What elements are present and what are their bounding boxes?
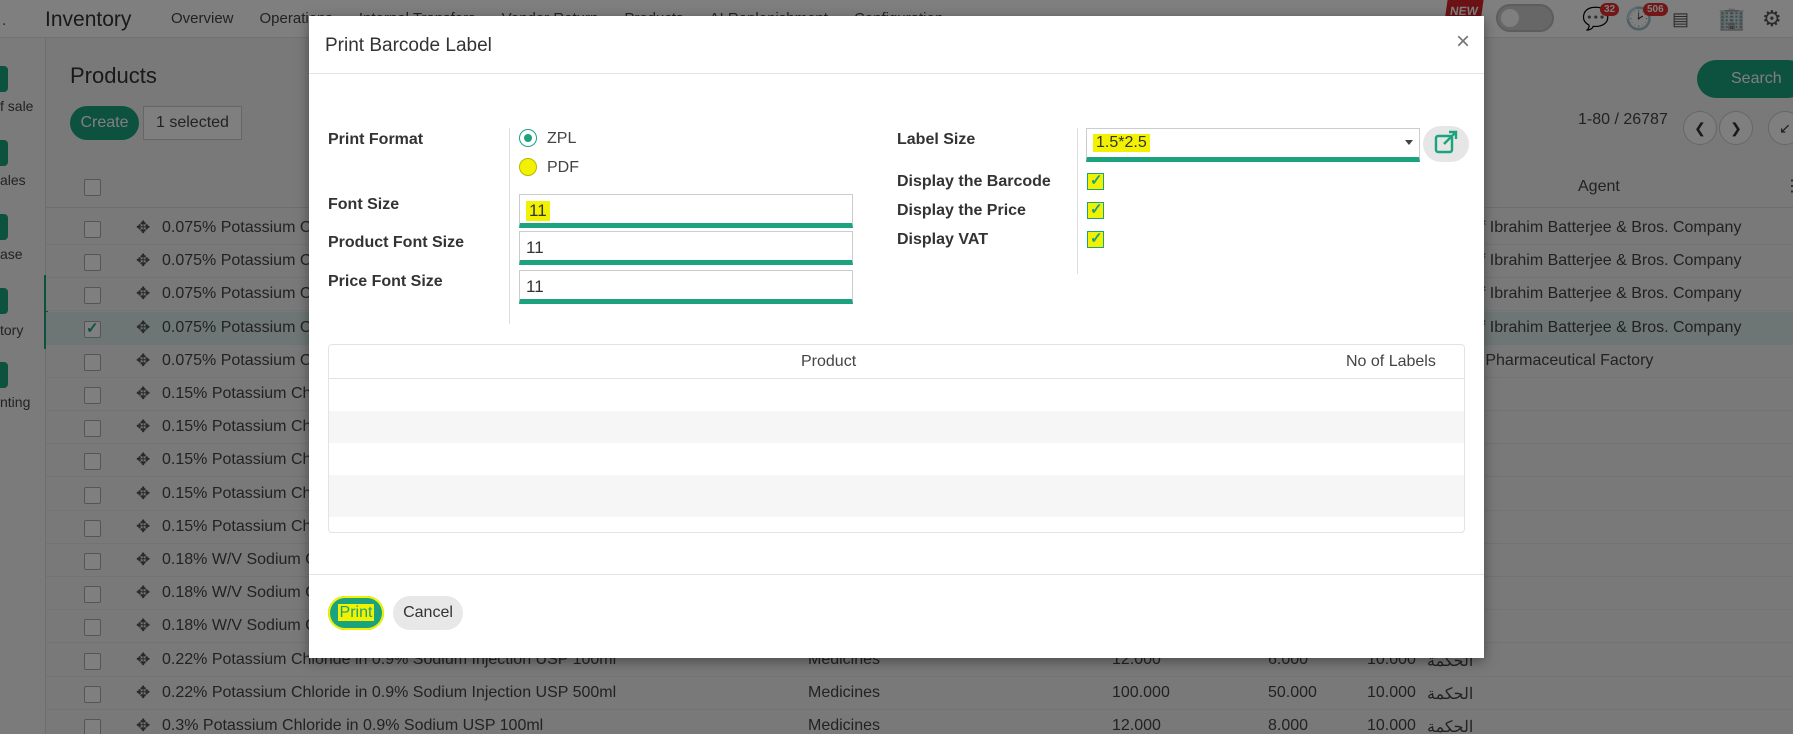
print-button[interactable]: Print — [328, 596, 384, 630]
font-size-value: 11 — [526, 201, 550, 221]
format-option-pdf: PDF — [547, 159, 579, 176]
close-icon[interactable]: × — [1456, 30, 1470, 54]
print-format-label: Print Format — [328, 131, 424, 148]
price-font-size-value: 11 — [526, 277, 544, 296]
price-font-size-label: Price Font Size — [328, 273, 443, 290]
print-barcode-dialog: Print Barcode Label × Print Format ZPL P… — [309, 16, 1484, 658]
labels-table: Product No of Labels — [328, 344, 1465, 533]
display-vat-checkbox[interactable] — [1087, 229, 1104, 248]
product-font-size-input[interactable]: 11 — [519, 231, 853, 265]
print-button-label: Print — [337, 604, 375, 621]
format-radio-pdf[interactable] — [519, 158, 537, 176]
dialog-header: Print Barcode Label × — [309, 16, 1484, 74]
label-size-value: 1.5*2.5 — [1093, 134, 1150, 152]
column-header-product: Product — [801, 353, 857, 370]
dialog-title: Print Barcode Label — [325, 35, 492, 56]
price-font-size-input[interactable]: 11 — [519, 270, 853, 304]
cancel-button[interactable]: Cancel — [393, 596, 463, 630]
label-size-select[interactable]: 1.5*2.5 — [1086, 128, 1420, 162]
field-divider-right — [1077, 128, 1078, 274]
display-price-label: Display the Price — [897, 202, 1026, 219]
table-row — [329, 411, 1464, 443]
display-price-checkbox[interactable] — [1087, 200, 1104, 219]
open-external-button[interactable] — [1423, 126, 1469, 162]
display-barcode-label: Display the Barcode — [897, 173, 1051, 190]
format-radio-zpl[interactable] — [519, 129, 537, 147]
field-divider-left — [509, 128, 510, 324]
dialog-footer: Print Cancel — [309, 574, 1484, 658]
label-size-label: Label Size — [897, 131, 976, 148]
column-header-no-of-labels: No of Labels — [1346, 353, 1436, 370]
display-barcode-checkbox[interactable] — [1087, 171, 1104, 190]
font-size-input[interactable]: 11 — [519, 194, 853, 228]
format-option-zpl: ZPL — [547, 130, 577, 147]
display-vat-label: Display VAT — [897, 231, 988, 248]
external-link-icon — [1434, 130, 1458, 154]
table-row — [329, 475, 1464, 517]
product-font-size-value: 11 — [526, 238, 544, 257]
chevron-down-icon — [1405, 140, 1413, 145]
table-header: Product No of Labels — [329, 345, 1464, 379]
font-size-label: Font Size — [328, 196, 400, 213]
product-font-size-label: Product Font Size — [328, 234, 464, 251]
